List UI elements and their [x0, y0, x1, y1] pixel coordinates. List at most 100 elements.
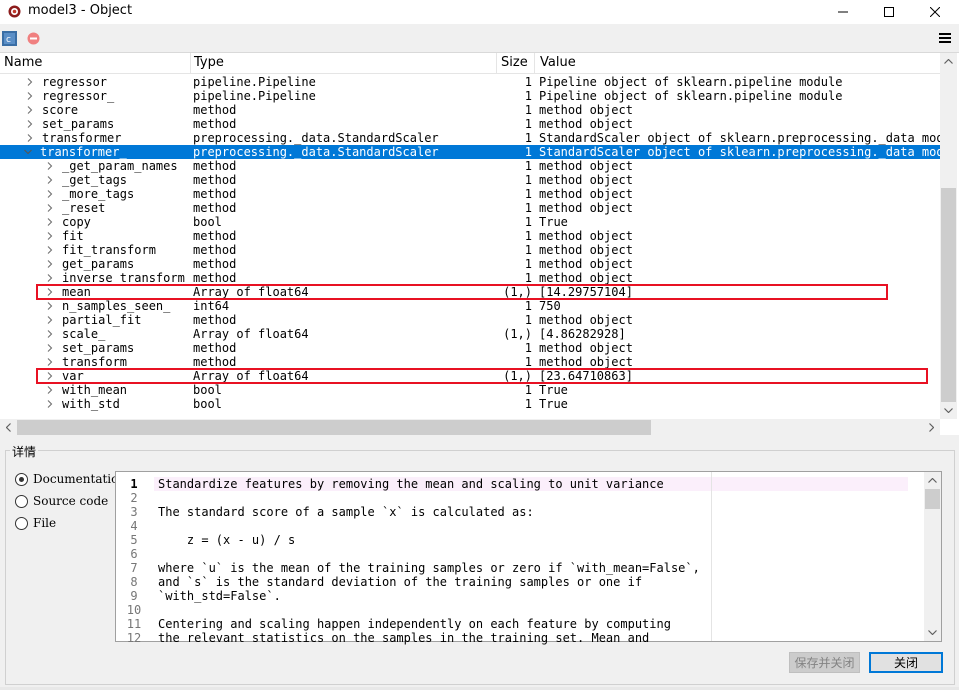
table-row[interactable]: set_params method 1 method object — [0, 117, 940, 131]
close-button[interactable]: 关闭 — [869, 652, 943, 673]
scroll-thumb[interactable] — [941, 188, 956, 402]
table-row[interactable]: _more_tags method 1 method object — [0, 187, 940, 201]
minimize-button[interactable] — [820, 0, 866, 24]
radio-indicator[interactable] — [15, 472, 28, 486]
chevron-right-icon[interactable] — [45, 243, 55, 257]
chevron-right-icon[interactable] — [45, 341, 55, 355]
row-type: method — [193, 313, 237, 327]
table-row[interactable]: with_std bool 1 True — [0, 397, 940, 411]
row-type: bool — [193, 215, 222, 229]
chevron-right-icon[interactable] — [25, 103, 35, 117]
chevron-right-icon[interactable] — [45, 201, 55, 215]
row-size: 1 — [524, 355, 532, 369]
chevron-right-icon[interactable] — [45, 397, 55, 411]
chevron-right-icon[interactable] — [45, 369, 55, 383]
column-divider[interactable] — [190, 53, 191, 74]
chevron-right-icon[interactable] — [45, 299, 55, 313]
table-vertical-scrollbar[interactable] — [940, 53, 957, 419]
table-row[interactable]: scale_ Array of float64 (1,) [4.86282928] — [0, 327, 940, 341]
column-header-name[interactable]: Name — [4, 55, 42, 70]
close-window-button[interactable] — [912, 0, 958, 24]
table-row[interactable]: fit_transform method 1 method object — [0, 243, 940, 257]
column-header-value[interactable]: Value — [540, 55, 576, 70]
documentation-editor[interactable]: 1 2 3 4 5 6 7 8 9 10 11 12 Standardize features by … — [115, 471, 942, 645]
column-header-size[interactable]: Size — [501, 55, 528, 70]
table-row[interactable]: inverse_transform method 1 method object — [0, 271, 940, 285]
chevron-right-icon[interactable] — [45, 229, 55, 243]
chevron-right-icon[interactable] — [45, 327, 55, 341]
scroll-up-arrow-icon[interactable] — [924, 472, 941, 489]
stop-icon[interactable] — [26, 31, 41, 46]
maximize-button[interactable] — [866, 0, 912, 24]
chevron-right-icon[interactable] — [45, 257, 55, 271]
scroll-down-arrow-icon[interactable] — [940, 402, 957, 419]
table-row[interactable]: regressor pipeline.Pipeline 1 Pipeline obje… — [0, 75, 940, 89]
row-size: 1 — [524, 131, 532, 145]
table-row[interactable]: fit method 1 method object — [0, 229, 940, 243]
line-number: 8 — [130, 575, 138, 589]
table-row[interactable]: partial_fit method 1 method object — [0, 313, 940, 327]
radio-source-code[interactable]: Source code — [15, 493, 108, 509]
row-value: method object — [539, 243, 633, 257]
radio-documentation[interactable]: Documentation — [15, 471, 126, 487]
row-size: 1 — [524, 313, 532, 327]
hamburger-menu-icon[interactable] — [938, 31, 952, 45]
line-number: 7 — [130, 561, 138, 575]
table-row[interactable]: var_ Array of float64 (1,) [23.64710863] — [0, 369, 940, 383]
chevron-right-icon[interactable] — [45, 313, 55, 327]
row-name: var_ — [62, 369, 91, 383]
save-and-close-button[interactable]: 保存并关闭 — [789, 652, 860, 673]
chevron-down-icon[interactable] — [23, 145, 33, 159]
table-row[interactable]: transformer_ preprocessing._data.Standard… — [0, 145, 940, 159]
row-value: method object — [539, 201, 633, 215]
table-row[interactable]: get_params method 1 method object — [0, 257, 940, 271]
scroll-right-arrow-icon[interactable] — [923, 419, 940, 436]
table-row[interactable]: score method 1 method object — [0, 103, 940, 117]
chevron-right-icon[interactable] — [45, 383, 55, 397]
column-divider[interactable] — [534, 53, 535, 74]
table-row[interactable]: mean_ Array of float64 (1,) [14.29757104] — [0, 285, 940, 299]
chevron-right-icon[interactable] — [45, 355, 55, 369]
scroll-up-arrow-icon[interactable] — [940, 53, 957, 70]
chevron-right-icon[interactable] — [25, 117, 35, 131]
table-row[interactable]: _get_tags method 1 method object — [0, 173, 940, 187]
line-number: 5 — [130, 533, 138, 547]
line-number: 6 — [130, 547, 138, 561]
line-number: 3 — [130, 505, 138, 519]
table-row[interactable]: transform method 1 method object — [0, 355, 940, 369]
column-divider[interactable] — [496, 53, 497, 74]
chevron-right-icon[interactable] — [45, 271, 55, 285]
chevron-right-icon[interactable] — [45, 215, 55, 229]
radio-indicator[interactable] — [15, 494, 28, 508]
row-type: pipeline.Pipeline — [193, 75, 316, 89]
scroll-left-arrow-icon[interactable] — [0, 419, 17, 436]
chevron-right-icon[interactable] — [25, 75, 35, 89]
code-line: Centering and scaling happen independent… — [158, 617, 671, 631]
chevron-right-icon[interactable] — [25, 131, 35, 145]
table-row[interactable]: copy bool 1 True — [0, 215, 940, 229]
table-row[interactable]: transformer preprocessing._data.StandardS… — [0, 131, 940, 145]
table-row[interactable]: n_samples_seen_ int64 1 750 — [0, 299, 940, 313]
chevron-right-icon[interactable] — [45, 187, 55, 201]
chevron-right-icon[interactable] — [45, 285, 55, 299]
chevron-right-icon[interactable] — [45, 173, 55, 187]
table-row[interactable]: set_params method 1 method object — [0, 341, 940, 355]
editor-vertical-scrollbar[interactable] — [924, 472, 941, 641]
radio-indicator[interactable] — [15, 516, 28, 530]
table-row[interactable]: _reset method 1 method object — [0, 201, 940, 215]
table-horizontal-scrollbar[interactable] — [0, 419, 940, 436]
scroll-thumb[interactable] — [17, 420, 651, 435]
table-row[interactable]: _get_param_names method 1 method object — [0, 159, 940, 173]
row-name: regressor_ — [42, 89, 115, 103]
table-row[interactable]: regressor_ pipeline.Pipeline 1 Pipeline obj… — [0, 89, 940, 103]
scroll-down-arrow-icon[interactable] — [924, 624, 941, 641]
chevron-right-icon[interactable] — [25, 89, 35, 103]
chevron-right-icon[interactable] — [45, 159, 55, 173]
table-row[interactable]: with_mean bool 1 True — [0, 383, 940, 397]
row-value: method object — [539, 355, 633, 369]
class-icon[interactable]: c — [2, 31, 17, 46]
radio-file[interactable]: File — [15, 515, 56, 531]
scroll-thumb[interactable] — [925, 489, 940, 509]
row-name: score — [42, 103, 79, 117]
column-header-type[interactable]: Type — [194, 55, 224, 70]
